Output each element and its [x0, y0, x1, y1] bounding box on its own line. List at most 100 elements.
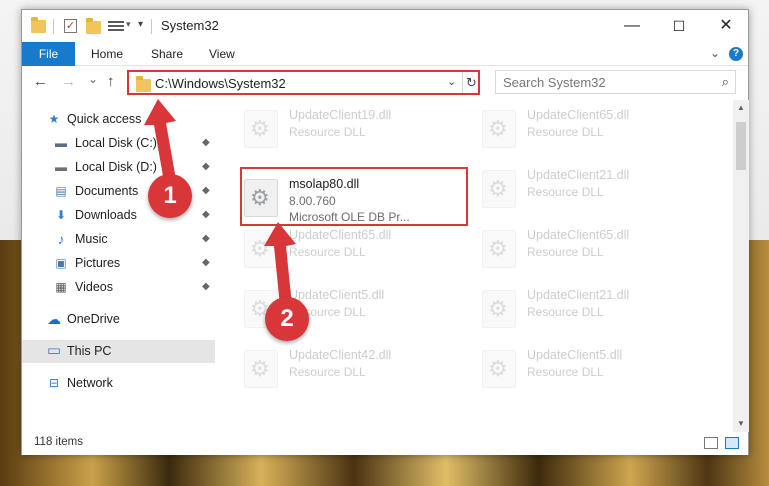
file-name: UpdateClient65.dll: [527, 108, 630, 122]
file-item[interactable]: UpdateClient21.dll Resource DLL: [469, 280, 701, 338]
large-icons-view-icon[interactable]: [725, 437, 739, 449]
window-title: System32: [161, 18, 219, 33]
sidebar-item-label: Documents: [75, 184, 139, 198]
pin-icon[interactable]: ◆: [202, 137, 210, 148]
sidebar-item-label: Downloads: [75, 208, 137, 222]
scroll-up-icon[interactable]: ▲: [733, 100, 749, 116]
sidebar-item-videos[interactable]: ▦ Videos ◆: [22, 276, 215, 299]
item-count: 118 items: [34, 436, 84, 448]
details-view-icon[interactable]: [704, 437, 718, 449]
search-icon[interactable]: ⌕: [722, 74, 729, 90]
up-arrow-icon[interactable]: ↑: [107, 73, 115, 90]
pin-icon[interactable]: ◆: [202, 233, 210, 244]
address-path[interactable]: C:\Windows\System32: [155, 76, 286, 91]
file-name: UpdateClient65.dll: [527, 228, 630, 242]
dll-file-icon: [482, 290, 516, 328]
maximize-button[interactable]: ☐: [656, 10, 702, 42]
quick-access-dropdown-icon[interactable]: ▾: [138, 19, 143, 30]
file-name: UpdateClient21.dll: [527, 288, 630, 302]
computer-icon: ▭: [46, 342, 62, 359]
tab-home[interactable]: Home: [91, 42, 123, 66]
sidebar-item-label: Videos: [75, 280, 113, 294]
status-bar: 118 items: [22, 432, 748, 455]
file-item[interactable]: UpdateClient21.dll Resource DLL: [469, 160, 701, 218]
pin-icon[interactable]: ◆: [202, 209, 210, 220]
drive-icon: ▬: [55, 160, 67, 174]
new-folder-icon[interactable]: [86, 18, 101, 34]
sidebar-item-label: OneDrive: [67, 312, 120, 326]
file-name: UpdateClient42.dll: [289, 348, 392, 362]
search-input[interactable]: Search System32: [503, 75, 606, 90]
file-description: Resource DLL: [527, 185, 604, 199]
sidebar-item-label: This PC: [67, 344, 112, 358]
chevron-down-icon[interactable]: ⌄: [710, 46, 720, 60]
pin-icon[interactable]: ◆: [202, 161, 210, 172]
customize-toolbar-icon[interactable]: [108, 20, 124, 33]
sidebar-item-pictures[interactable]: ▣ Pictures ◆: [22, 252, 215, 275]
minimize-button[interactable]: —: [609, 10, 655, 42]
vertical-scrollbar[interactable]: ▲ ▼: [733, 100, 749, 432]
chevron-down-icon[interactable]: ▾: [126, 19, 131, 30]
close-button[interactable]: ✕: [703, 10, 749, 42]
pin-icon[interactable]: ◆: [202, 185, 210, 196]
recent-locations-icon[interactable]: ⌄: [88, 72, 98, 86]
dll-file-icon: [482, 110, 516, 148]
divider: [53, 19, 54, 34]
tab-view[interactable]: View: [209, 42, 235, 66]
file-description: Resource DLL: [527, 245, 604, 259]
title-bar: ✓ ▾ ▾ System32 — ☐ ✕: [22, 10, 748, 42]
scrollbar-thumb[interactable]: [736, 122, 746, 170]
download-icon: ⬇: [55, 208, 67, 222]
file-name: UpdateClient5.dll: [527, 348, 623, 362]
sidebar-item-label: Network: [67, 376, 113, 390]
pin-icon[interactable]: ◆: [202, 257, 210, 268]
dll-file-icon: [244, 350, 278, 388]
forward-arrow-icon[interactable]: →: [61, 73, 76, 90]
sidebar-item-onedrive[interactable]: ☁ OneDrive: [22, 308, 215, 331]
pin-icon[interactable]: ◆: [202, 281, 210, 292]
refresh-icon[interactable]: ↻: [462, 72, 480, 93]
scroll-down-icon[interactable]: ▼: [733, 416, 749, 432]
tab-share[interactable]: Share: [151, 42, 183, 66]
sidebar-item-this-pc[interactable]: ▭ This PC: [22, 340, 215, 363]
help-icon[interactable]: ?: [729, 47, 743, 61]
file-description: Resource DLL: [527, 125, 604, 139]
cloud-icon: ☁: [47, 311, 61, 327]
network-icon: ⊟: [48, 376, 60, 390]
sidebar-item-network[interactable]: ⊟ Network: [22, 372, 215, 395]
dll-file-icon: [482, 170, 516, 208]
step-1-badge: 1: [148, 174, 192, 218]
videos-icon: ▦: [55, 280, 67, 294]
file-name: UpdateClient21.dll: [527, 168, 630, 182]
file-item[interactable]: UpdateClient5.dll Resource DLL: [469, 340, 701, 398]
sidebar-item-label: Music: [75, 232, 108, 246]
sidebar-item-label: Quick access: [67, 112, 142, 126]
file-name: UpdateClient19.dll: [289, 108, 392, 122]
sidebar-item-music[interactable]: ♪ Music ◆: [22, 228, 215, 251]
documents-icon: ▤: [55, 184, 67, 198]
dll-file-icon: [482, 350, 516, 388]
address-bar[interactable]: C:\Windows\System32 ⌄ ↻: [127, 70, 480, 95]
search-box[interactable]: Search System32 ⌕: [495, 70, 736, 94]
sidebar-item-label: Pictures: [75, 256, 121, 270]
tab-file[interactable]: File: [22, 42, 75, 66]
navigation-bar: ← → ⌄ ↑ C:\Windows\System32 ⌄ ↻ Search S…: [22, 67, 748, 99]
file-description: Resource DLL: [289, 125, 366, 139]
file-item[interactable]: UpdateClient19.dll Resource DLL: [231, 100, 463, 158]
back-arrow-icon[interactable]: ←: [33, 73, 48, 90]
file-item[interactable]: UpdateClient65.dll Resource DLL: [469, 220, 701, 278]
properties-check-icon[interactable]: ✓: [64, 19, 77, 33]
file-description: Resource DLL: [527, 305, 604, 319]
file-item[interactable]: UpdateClient65.dll Resource DLL: [469, 100, 701, 158]
step-2-badge: 2: [265, 297, 309, 341]
drive-icon: ▬: [55, 136, 67, 150]
dll-file-icon: [482, 230, 516, 268]
ribbon-tabs: File Home Share View ⌄ ?: [22, 42, 748, 66]
file-item[interactable]: UpdateClient42.dll Resource DLL: [231, 340, 463, 398]
file-description: Resource DLL: [289, 365, 366, 379]
pictures-icon: ▣: [55, 256, 67, 270]
music-icon: ♪: [57, 231, 65, 247]
folder-icon: [31, 17, 46, 33]
address-dropdown-icon[interactable]: ⌄: [447, 75, 456, 88]
folder-icon: [136, 76, 151, 92]
